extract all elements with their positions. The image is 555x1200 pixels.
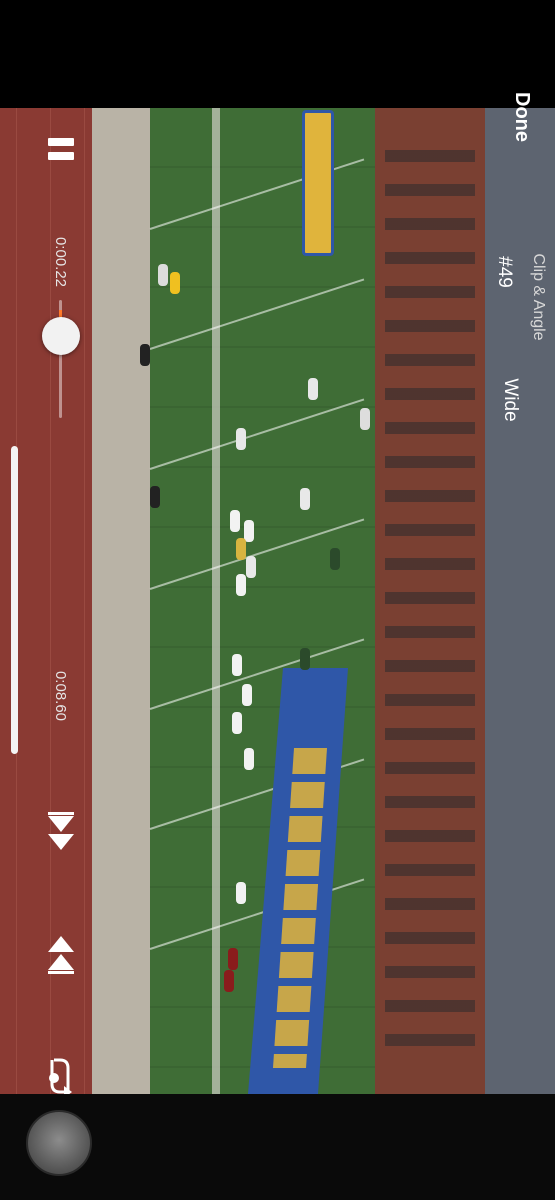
pause-icon[interactable] [48,136,74,162]
player [236,538,246,560]
player [300,648,310,670]
player [236,882,246,904]
player [244,520,254,542]
timeline-bar[interactable] [11,446,18,754]
player [228,948,238,970]
total-time: 0:08.60 [52,670,69,722]
skip-back-icon[interactable] [46,812,76,854]
sideline-apron [92,108,152,1094]
player [232,654,242,676]
player [232,712,242,734]
loop-icon[interactable] [44,1054,76,1098]
player [360,408,370,430]
angle-selector[interactable]: Wide [498,372,522,428]
skip-forward-icon[interactable] [46,932,76,974]
player [236,574,246,596]
player [150,486,160,508]
done-button[interactable]: Done [508,85,536,149]
player [140,344,150,366]
midfield-logo [302,110,334,256]
player [246,556,256,578]
player [230,510,240,532]
player [244,748,254,770]
record-icon[interactable] [26,1110,92,1176]
building-windows [385,128,475,1068]
scrubber-thumb[interactable] [42,317,80,355]
clip-number[interactable]: #49 [492,248,516,296]
video-frame[interactable] [0,108,555,1094]
player [170,272,180,294]
player [236,428,246,450]
player [308,378,318,400]
sideline-stripe [212,108,220,1094]
player [300,488,310,510]
player [224,970,234,992]
current-time: 0:00.22 [52,236,69,288]
clip-angle-label: Clip & Angle [530,253,547,341]
player [158,264,168,286]
player [242,684,252,706]
player [330,548,340,570]
